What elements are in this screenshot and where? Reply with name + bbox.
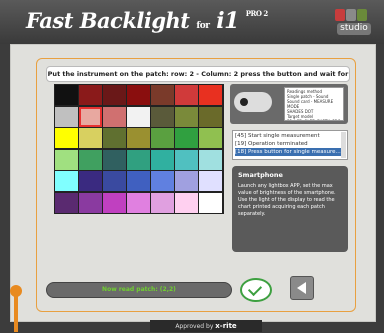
- status-field: Now read patch: (2,2): [46, 282, 232, 298]
- color-patch[interactable]: [127, 85, 150, 105]
- app-title-i1: i1: [216, 8, 239, 34]
- app-title-for: for: [196, 21, 210, 31]
- measurement-log-list[interactable]: [45] Start single measurement [19] Operat…: [232, 130, 348, 160]
- log-item[interactable]: [19] Operation terminated: [235, 140, 345, 148]
- app-title: Fast Backlight for i1 PRO 2: [26, 8, 268, 34]
- logo-block-red: [335, 9, 345, 21]
- revo-studio-logo: studio: [333, 7, 373, 39]
- color-patch[interactable]: [151, 106, 174, 127]
- info-text: Launch any lightbox APP, set the max val…: [238, 183, 336, 217]
- color-patch[interactable]: [55, 106, 78, 127]
- xrite-brand: x-rite: [215, 322, 237, 330]
- vertical-slider-knob[interactable]: [10, 285, 22, 297]
- color-patch[interactable]: [79, 128, 102, 148]
- color-patch[interactable]: [151, 85, 174, 105]
- app-title-pro: PRO 2: [245, 9, 269, 18]
- color-patch[interactable]: [151, 128, 174, 148]
- header-bar: Fast Backlight for i1 PRO 2 studio: [0, 0, 384, 44]
- color-patch[interactable]: [175, 192, 198, 213]
- color-patch[interactable]: [55, 85, 78, 105]
- approved-by-footer: Approved by x-rite: [150, 320, 262, 332]
- device-info-line: 52_LCD_OLED_EARTH_PRO_XXX: [287, 119, 343, 120]
- color-patch[interactable]: [103, 85, 126, 105]
- info-panel: Smartphone Launch any lightbox APP, set …: [232, 166, 348, 252]
- approved-by-text: Approved by: [175, 323, 214, 330]
- color-patch[interactable]: [151, 149, 174, 170]
- color-patch[interactable]: [55, 171, 78, 191]
- color-patch[interactable]: [127, 149, 150, 170]
- color-patch-grid: [54, 84, 224, 214]
- color-patch[interactable]: [127, 128, 150, 148]
- color-patch[interactable]: [199, 85, 222, 105]
- color-patch[interactable]: [55, 128, 78, 148]
- color-patch[interactable]: [127, 192, 150, 213]
- color-patch[interactable]: [151, 192, 174, 213]
- logo-block-green: [357, 9, 367, 21]
- color-patch[interactable]: [103, 149, 126, 170]
- color-patch[interactable]: [127, 171, 150, 191]
- info-heading: Smartphone: [238, 171, 283, 179]
- color-patch[interactable]: [79, 106, 102, 127]
- color-patch[interactable]: [175, 149, 198, 170]
- color-patch[interactable]: [199, 128, 222, 148]
- color-patch[interactable]: [175, 128, 198, 148]
- app-title-text: Fast Backlight: [26, 8, 190, 33]
- color-patch[interactable]: [199, 106, 222, 127]
- log-item[interactable]: [18] Press button for single measure...: [235, 148, 345, 156]
- color-patch[interactable]: [175, 171, 198, 191]
- logo-studio-label: studio: [337, 23, 371, 35]
- logo-block-grey: [346, 9, 356, 21]
- color-patch[interactable]: [103, 171, 126, 191]
- color-patch[interactable]: [79, 192, 102, 213]
- color-patch[interactable]: [79, 85, 102, 105]
- instrument-sensor: [240, 98, 248, 106]
- color-patch[interactable]: [79, 149, 102, 170]
- color-patch[interactable]: [103, 106, 126, 127]
- color-patch[interactable]: [55, 192, 78, 213]
- color-patch[interactable]: [175, 106, 198, 127]
- instruction-banner: Put the instrument on the patch: row: 2 …: [46, 66, 350, 92]
- color-patch[interactable]: [199, 192, 222, 213]
- color-patch[interactable]: [55, 149, 78, 170]
- color-patch[interactable]: [103, 128, 126, 148]
- color-patch[interactable]: [199, 149, 222, 170]
- color-patch[interactable]: [127, 106, 150, 127]
- device-info-box: Readings method Single patch - Sound Sound…: [284, 87, 344, 121]
- back-button[interactable]: [290, 276, 314, 300]
- confirm-check-button[interactable]: [240, 278, 272, 302]
- color-patch[interactable]: [175, 85, 198, 105]
- log-item[interactable]: [45] Start single measurement: [235, 132, 345, 140]
- log-scrollbar[interactable]: [341, 132, 346, 158]
- color-patch[interactable]: [151, 171, 174, 191]
- device-info-line: Sound card - MEASURE MODE: [287, 99, 334, 109]
- color-patch[interactable]: [103, 192, 126, 213]
- color-patch[interactable]: [199, 171, 222, 191]
- color-patch[interactable]: [79, 171, 102, 191]
